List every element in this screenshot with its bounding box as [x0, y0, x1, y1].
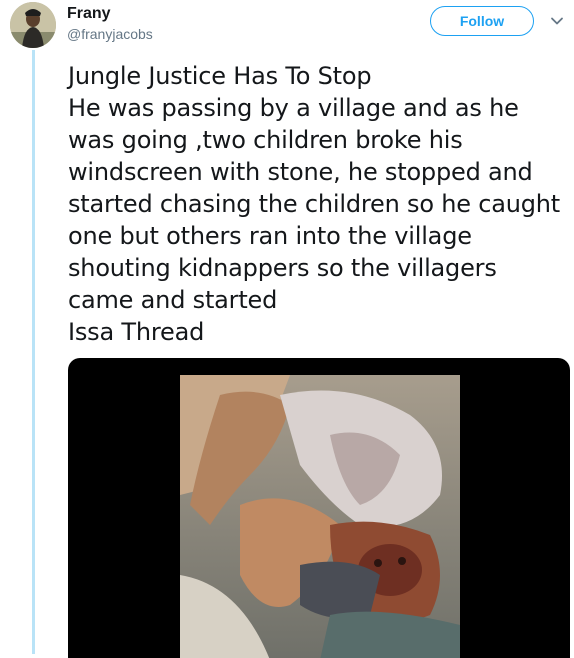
tweet-line: started chasing the children so he caugh… — [68, 190, 561, 218]
thread-connector-line — [32, 50, 35, 654]
tweet-line: Jungle Justice Has To Stop — [68, 62, 372, 90]
avatar-image — [10, 2, 56, 48]
tweet-media-video[interactable] — [68, 358, 570, 658]
tweet-line: was going ,two children broke his — [68, 126, 463, 154]
tweet-line: one but others ran into the village — [68, 222, 472, 250]
author-handle[interactable]: @franyjacobs — [67, 25, 153, 43]
tweet-line: He was passing by a village and as he — [68, 94, 519, 122]
tweet-line: Issa Thread — [68, 318, 205, 346]
tweet-line: shouting kidnappers so the villagers — [68, 254, 497, 282]
avatar[interactable] — [10, 2, 56, 48]
tweet-line: came and started — [68, 286, 278, 314]
author-display-name[interactable]: Frany — [67, 4, 153, 24]
follow-button[interactable]: Follow — [430, 6, 534, 36]
tweet-text: Jungle Justice Has To Stop He was passin… — [68, 60, 568, 348]
video-frame-image — [180, 375, 460, 658]
chevron-down-icon[interactable] — [550, 14, 564, 28]
tweet-line: windscreen with stone, he stopped and — [68, 158, 533, 186]
author-block[interactable]: Frany @franyjacobs — [67, 4, 153, 43]
